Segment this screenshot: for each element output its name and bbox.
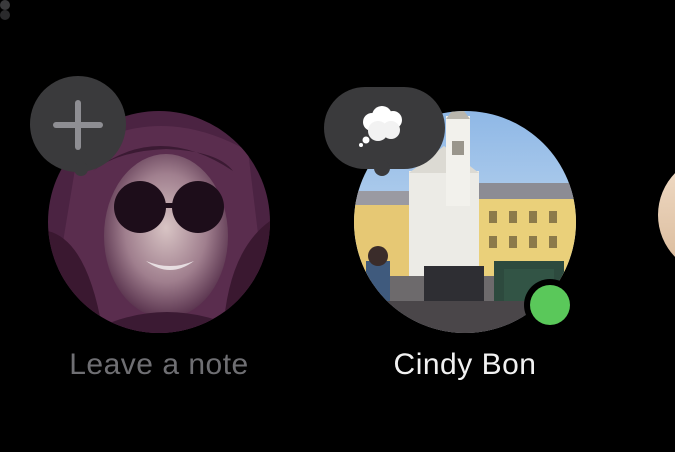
note-bubble-tail (374, 160, 390, 176)
plus-icon (53, 100, 103, 150)
thought-cloud-icon (359, 106, 402, 147)
add-note-bubble-dot (0, 0, 10, 10)
my-note-label: Leave a note (69, 348, 249, 381)
online-dot (530, 285, 570, 325)
next-contact-avatar[interactable] (658, 155, 675, 275)
online-status-indicator (524, 279, 576, 331)
notes-row: Leave a note Cindy Bon (0, 0, 675, 452)
add-note-bubble-tail (74, 162, 88, 176)
contact-name-label: Cindy Bon (393, 348, 537, 381)
note-bubble-dot (0, 10, 10, 20)
